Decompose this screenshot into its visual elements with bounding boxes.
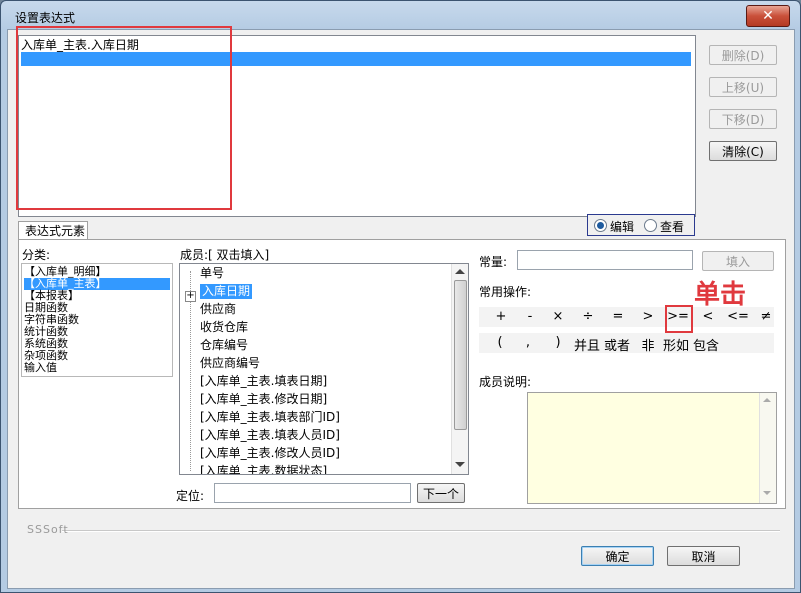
- member-item[interactable]: [入库单_主表.填表部门ID]: [200, 410, 340, 425]
- members-label: 成员:[ 双击填入]: [180, 248, 270, 262]
- dialog-client: 入库单_主表.入库日期 删除(D) 上移(U) 下移(D) 清除(C) 编辑 查…: [7, 26, 795, 589]
- scroll-up-arrow-icon[interactable]: [763, 398, 771, 402]
- edit-radio[interactable]: [594, 219, 607, 232]
- operator-row-2: ( , ) 并且 或者 非 形如 包含: [479, 333, 774, 354]
- fill-in-button[interactable]: 填入: [702, 251, 774, 271]
- op-like-button[interactable]: 形如: [661, 335, 691, 354]
- tab-expression-elements[interactable]: 表达式元素: [18, 221, 88, 240]
- find-next-button[interactable]: 下一个: [417, 483, 465, 503]
- op-not-equal-button[interactable]: ≠: [755, 309, 777, 324]
- category-list[interactable]: 【入库单_明细】 【入库单_主表】 【本报表】 日期函数 字符串函数 统计函数 …: [21, 263, 173, 377]
- member-list-scrollbar[interactable]: [451, 264, 468, 474]
- close-button[interactable]: ✕: [746, 5, 790, 27]
- mode-selector: 编辑 查看: [587, 214, 695, 236]
- common-ops-label: 常用操作:: [479, 285, 532, 299]
- brand-label: SSSoft: [27, 523, 69, 536]
- op-and-button[interactable]: 并且: [572, 335, 602, 354]
- member-description-box: [527, 392, 777, 504]
- member-item[interactable]: 收货仓库: [200, 320, 248, 335]
- view-radio[interactable]: [644, 219, 657, 232]
- edit-radio-label[interactable]: 编辑: [610, 218, 634, 235]
- member-item[interactable]: 供应商编号: [200, 356, 260, 371]
- view-radio-label[interactable]: 查看: [660, 218, 684, 235]
- op-not-button[interactable]: 非: [637, 335, 659, 354]
- op-minus-button[interactable]: -: [519, 309, 541, 324]
- ok-button[interactable]: 确定: [581, 546, 654, 566]
- radio-dot: [597, 222, 604, 229]
- member-item-selected[interactable]: 入库日期: [200, 284, 253, 299]
- op-open-paren-button[interactable]: (: [489, 335, 511, 350]
- category-label: 分类:: [22, 248, 51, 262]
- op-or-button[interactable]: 或者: [602, 335, 632, 354]
- dialog-window: 设置表达式 ✕ 入库单_主表.入库日期 删除(D) 上移(U) 下移(D) 清除…: [0, 0, 801, 593]
- op-equal-button[interactable]: =: [607, 309, 629, 324]
- scroll-up-arrow-icon[interactable]: [455, 269, 465, 274]
- expand-plus-icon[interactable]: +: [185, 291, 196, 302]
- member-list[interactable]: + 单号 入库日期 供应商 收货仓库 仓库编号 供应商编号 [入库单_主表.填表…: [179, 263, 469, 475]
- click-annotation-text: 单击: [694, 280, 747, 310]
- member-item[interactable]: [入库单_主表.数据状态]: [200, 464, 327, 474]
- op-less-equal-button[interactable]: <=: [727, 309, 749, 324]
- member-item[interactable]: 仓库编号: [200, 338, 248, 353]
- op-multiply-button[interactable]: ×: [547, 309, 569, 324]
- footer-divider: [62, 530, 780, 532]
- annotation-red-box: [16, 26, 232, 210]
- move-up-button[interactable]: 上移(U): [709, 77, 777, 97]
- op-comma-button[interactable]: ,: [517, 335, 539, 350]
- category-item[interactable]: 输入值: [24, 362, 170, 374]
- tab-panel: 分类: 【入库单_明细】 【入库单_主表】 【本报表】 日期函数 字符串函数 统…: [18, 239, 786, 509]
- scroll-down-arrow-icon[interactable]: [455, 462, 465, 467]
- constant-label: 常量:: [479, 255, 508, 269]
- move-down-button[interactable]: 下移(D): [709, 109, 777, 129]
- member-item[interactable]: [入库单_主表.修改人员ID]: [200, 446, 340, 461]
- op-contains-button[interactable]: 包含: [691, 335, 721, 354]
- op-close-paren-button[interactable]: ): [547, 335, 569, 350]
- member-item[interactable]: 供应商: [200, 302, 236, 317]
- annotation-red-box-ge: [665, 305, 693, 333]
- member-item[interactable]: [入库单_主表.填表人员ID]: [200, 428, 340, 443]
- scroll-down-arrow-icon[interactable]: [763, 491, 771, 495]
- op-greater-button[interactable]: >: [637, 309, 659, 324]
- constant-input[interactable]: [517, 250, 693, 270]
- clear-button[interactable]: 清除(C): [709, 141, 777, 161]
- op-plus-button[interactable]: +: [490, 309, 512, 324]
- op-divide-button[interactable]: ÷: [577, 309, 599, 324]
- member-item[interactable]: 单号: [200, 266, 224, 281]
- scroll-thumb[interactable]: [454, 280, 467, 430]
- locate-label: 定位:: [176, 489, 205, 503]
- member-desc-label: 成员说明:: [479, 375, 532, 389]
- window-title: 设置表达式: [15, 11, 76, 25]
- member-item[interactable]: [入库单_主表.修改日期]: [200, 392, 327, 407]
- locate-input[interactable]: [214, 483, 411, 503]
- delete-button[interactable]: 删除(D): [709, 45, 777, 65]
- title-bar[interactable]: 设置表达式 ✕: [1, 1, 800, 29]
- op-less-button[interactable]: <: [697, 309, 719, 324]
- member-item[interactable]: [入库单_主表.填表日期]: [200, 374, 327, 389]
- desc-scrollbar[interactable]: [759, 393, 776, 503]
- cancel-button[interactable]: 取消: [667, 546, 740, 566]
